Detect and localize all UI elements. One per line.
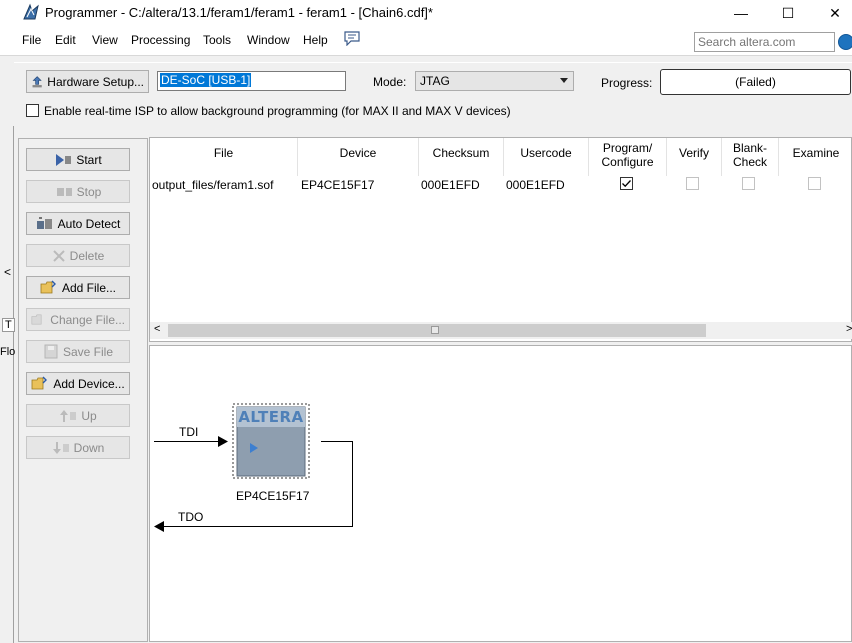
device-table: File Device Checksum Usercode Program/ C… (149, 137, 852, 342)
column-header-verify[interactable]: Verify (667, 138, 722, 176)
tdo-line-vertical (352, 441, 353, 527)
down-button[interactable]: Down (26, 436, 130, 459)
stop-icon (56, 187, 72, 196)
menu-processing[interactable]: Processing (131, 33, 190, 47)
tdi-line (154, 441, 220, 442)
add-device-button[interactable]: Add Device... (26, 372, 130, 395)
stop-label: Stop (76, 184, 102, 199)
change-file-button[interactable]: Change File... (26, 308, 130, 331)
add-device-folder-icon (31, 376, 48, 390)
menu-help[interactable]: Help (303, 33, 328, 47)
down-label: Down (73, 440, 105, 455)
folder-icon (40, 280, 56, 294)
left-dock-strip (0, 126, 14, 643)
auto-detect-icon (36, 217, 52, 229)
programmer-app-icon (23, 3, 39, 20)
program-checkbox[interactable] (620, 177, 633, 190)
isp-checkbox[interactable] (26, 104, 39, 117)
column-header-examine[interactable]: Examine (779, 138, 852, 176)
tdi-arrow-icon (218, 436, 228, 447)
tdo-line-top (321, 441, 353, 442)
stop-button[interactable]: Stop (26, 180, 130, 203)
progress-label: Progress: (601, 76, 653, 90)
device-label: EP4CE15F17 (236, 489, 310, 503)
table-cell-device[interactable]: EP4CE15F17 (301, 178, 374, 192)
feedback-icon[interactable] (344, 31, 360, 46)
mode-label: Mode: (373, 75, 407, 89)
search-input[interactable] (694, 32, 835, 52)
menu-window[interactable]: Window (247, 33, 290, 47)
save-file-label: Save File (62, 344, 114, 359)
isp-label: Enable real-time ISP to allow background… (44, 104, 511, 118)
add-file-label: Add File... (61, 280, 117, 295)
down-icon (52, 441, 69, 454)
up-button[interactable]: Up (26, 404, 130, 427)
window-title: Programmer - C:/altera/13.1/feram1/feram… (45, 5, 433, 20)
delete-icon (52, 249, 65, 262)
add-device-label: Add Device... (53, 376, 125, 391)
menu-view[interactable]: View (92, 33, 118, 47)
menu-edit[interactable]: Edit (55, 33, 76, 47)
change-file-icon (31, 314, 42, 325)
hardware-value: DE-SoC [USB-1] (160, 73, 252, 87)
table-cell-usercode: 000E1EFD (506, 178, 565, 192)
scroll-left-icon[interactable]: < (154, 323, 160, 335)
hardware-setup-icon (32, 75, 42, 87)
table-cell-checksum: 000E1EFD (421, 178, 480, 192)
delete-label: Delete (69, 248, 105, 263)
tdo-arrow-icon (154, 521, 164, 532)
hardware-field[interactable]: DE-SoC [USB-1] (157, 71, 346, 91)
change-file-label: Change File... (50, 312, 125, 327)
chevron-down-icon (560, 78, 568, 83)
column-header-checksum[interactable]: Checksum (419, 138, 504, 176)
column-header-device[interactable]: Device (298, 138, 419, 176)
save-icon (44, 344, 58, 359)
examine-checkbox[interactable] (808, 177, 821, 190)
tdo-line-bottom (160, 526, 353, 527)
table-cell-file[interactable]: output_files/feram1.sof (152, 178, 273, 192)
menu-tools[interactable]: Tools (203, 33, 231, 47)
blank-check-checkbox[interactable] (742, 177, 755, 190)
start-button[interactable]: Start (26, 148, 130, 171)
auto-detect-button[interactable]: Auto Detect (26, 212, 130, 235)
column-header-program[interactable]: Program/ Configure (589, 138, 667, 176)
tdo-label: TDO (178, 510, 204, 524)
tdi-label: TDI (179, 425, 199, 439)
dock-flow-label: Flo (0, 346, 16, 358)
column-header-usercode[interactable]: Usercode (504, 138, 589, 176)
up-label: Up (81, 408, 97, 423)
auto-detect-label: Auto Detect (57, 216, 121, 231)
start-label: Start (76, 152, 102, 167)
column-header-file[interactable]: File (150, 138, 298, 176)
dock-tab[interactable]: T (2, 318, 15, 332)
hardware-setup-label: Hardware Setup... (47, 74, 144, 89)
hardware-setup-button[interactable]: Hardware Setup... (26, 70, 149, 93)
dock-collapse-icon[interactable]: < (4, 265, 11, 279)
play-icon (56, 153, 72, 166)
checkmark-icon (622, 180, 631, 188)
minimize-button[interactable]: — (718, 0, 764, 26)
delete-button[interactable]: Delete (26, 244, 130, 267)
verify-checkbox[interactable] (686, 177, 699, 190)
chip-logo: ALTERA (238, 408, 304, 426)
up-icon (60, 409, 77, 422)
add-file-button[interactable]: Add File... (26, 276, 130, 299)
progress-bar: (Failed) (660, 69, 851, 95)
menu-file[interactable]: File (22, 33, 41, 47)
progress-status: (Failed) (735, 75, 776, 89)
mode-value: JTAG (420, 74, 450, 88)
mode-select[interactable]: JTAG (415, 71, 574, 91)
save-file-button[interactable]: Save File (26, 340, 130, 363)
close-button[interactable]: ✕ (812, 0, 852, 26)
maximize-button[interactable]: ☐ (765, 0, 811, 26)
search-go-icon[interactable] (838, 34, 852, 50)
column-header-blank-check[interactable]: Blank- Check (722, 138, 779, 176)
scroll-right-icon[interactable]: > (846, 323, 852, 335)
scrollbar-grip-icon (431, 326, 439, 334)
